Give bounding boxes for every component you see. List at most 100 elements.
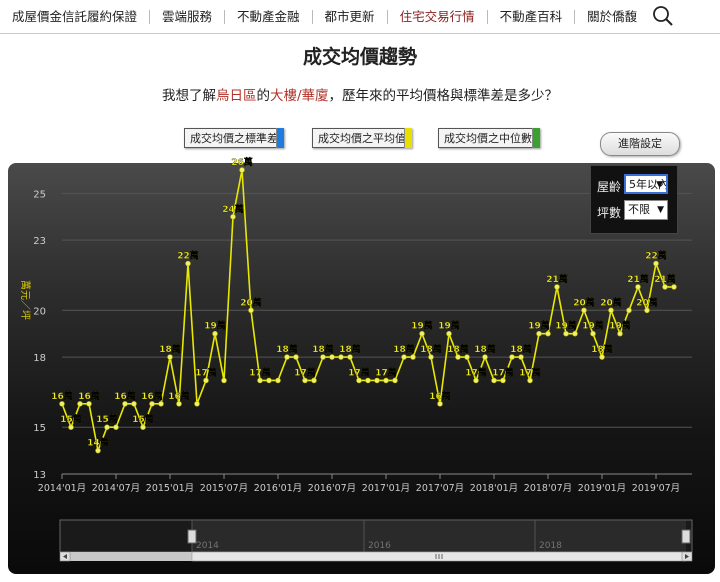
data-point xyxy=(329,354,335,360)
data-point xyxy=(365,377,371,384)
data-point xyxy=(437,401,443,407)
data-point xyxy=(635,284,641,290)
data-label: 20萬 xyxy=(636,296,658,308)
data-label: 18萬 xyxy=(312,343,334,355)
navigator-handle-left[interactable] xyxy=(187,529,197,544)
data-point xyxy=(527,377,533,384)
y-axis-label: 萬元／坪 xyxy=(19,280,32,320)
data-point xyxy=(554,284,560,290)
data-point xyxy=(149,401,155,407)
data-label: 17萬 xyxy=(492,366,514,378)
data-point xyxy=(284,354,290,360)
data-point xyxy=(203,377,209,384)
data-label: 26萬 xyxy=(231,156,253,168)
data-point xyxy=(338,354,344,360)
data-point xyxy=(95,447,101,454)
data-label: 14萬 xyxy=(87,437,109,449)
data-point xyxy=(194,401,200,407)
data-label: 24萬 xyxy=(222,203,244,215)
data-point xyxy=(671,284,677,290)
data-point xyxy=(311,377,317,384)
data-label: 18萬 xyxy=(276,343,298,355)
data-point xyxy=(86,401,92,407)
x-tick-label: 2018'01月 xyxy=(470,483,518,494)
y-tick-label: 20 xyxy=(33,306,46,317)
data-label: 20萬 xyxy=(573,296,595,308)
data-point xyxy=(464,354,470,360)
data-point xyxy=(374,377,380,384)
data-point xyxy=(473,377,479,384)
data-point xyxy=(482,354,488,360)
data-label: 17萬 xyxy=(465,366,487,378)
data-point xyxy=(410,354,416,360)
data-label: 18萬 xyxy=(159,343,181,355)
y-tick-label: 13 xyxy=(33,470,46,481)
chevron-down-icon: ▼ xyxy=(656,180,663,190)
data-label: 19萬 xyxy=(438,320,460,332)
data-point xyxy=(590,330,596,337)
data-point xyxy=(455,354,461,360)
data-point xyxy=(491,377,497,384)
data-point xyxy=(518,354,524,360)
data-label: 21萬 xyxy=(627,273,649,285)
x-tick-label: 2019'01月 xyxy=(578,483,626,494)
data-label: 16萬 xyxy=(141,390,163,402)
navigator-handle-right[interactable] xyxy=(681,529,691,544)
size-select[interactable]: 不限 ▼ xyxy=(624,200,668,220)
data-label: 22萬 xyxy=(177,250,199,262)
x-tick-label: 2015'07月 xyxy=(200,483,248,494)
filter-panel: 屋齡 5年以內 ▼ 坪數 不限 ▼ xyxy=(590,165,678,234)
data-point xyxy=(59,401,65,407)
data-point xyxy=(356,377,362,384)
x-tick-label: 2018'07月 xyxy=(524,483,572,494)
data-label: 16萬 xyxy=(429,390,451,402)
age-select[interactable]: 5年以內 ▼ xyxy=(624,174,668,194)
data-label: 17萬 xyxy=(519,366,541,378)
data-label: 16萬 xyxy=(168,390,190,402)
data-point xyxy=(383,377,389,384)
data-point xyxy=(185,260,191,267)
data-point xyxy=(572,330,578,337)
data-point xyxy=(617,330,623,337)
data-point xyxy=(446,330,452,337)
data-point xyxy=(77,401,83,407)
data-point xyxy=(230,214,236,220)
data-label: 17萬 xyxy=(249,366,271,378)
data-point xyxy=(248,307,254,314)
data-point xyxy=(302,377,308,384)
data-label: 16萬 xyxy=(78,390,100,402)
y-tick-label: 25 xyxy=(33,189,46,200)
y-tick-label: 23 xyxy=(33,236,46,247)
data-label: 21萬 xyxy=(546,273,568,285)
data-point xyxy=(239,167,245,173)
data-label: 15萬 xyxy=(60,413,82,425)
x-tick-label: 2014'07月 xyxy=(92,483,140,494)
data-label: 21萬 xyxy=(654,273,676,285)
data-point xyxy=(392,377,398,384)
data-point xyxy=(563,330,569,337)
data-point xyxy=(176,401,182,407)
data-label: 19萬 xyxy=(204,320,226,332)
data-point xyxy=(266,377,272,384)
y-tick-label: 18 xyxy=(33,353,46,364)
data-point xyxy=(104,424,110,430)
x-tick-label: 2015'01月 xyxy=(146,483,194,494)
data-point xyxy=(419,330,425,337)
data-point xyxy=(212,330,218,337)
data-label: 17萬 xyxy=(348,366,370,378)
data-point xyxy=(608,307,614,314)
data-point xyxy=(401,354,407,360)
x-tick-label: 2017'01月 xyxy=(362,483,410,494)
data-label: 18萬 xyxy=(393,343,415,355)
data-point xyxy=(140,424,146,430)
data-point xyxy=(662,284,668,290)
data-label: 19萬 xyxy=(528,320,550,332)
data-label: 17萬 xyxy=(294,366,316,378)
data-point xyxy=(158,401,164,407)
data-label: 18萬 xyxy=(510,343,532,355)
data-point xyxy=(500,377,506,384)
data-label: 19萬 xyxy=(609,320,631,332)
data-point xyxy=(131,401,137,407)
data-label: 15萬 xyxy=(132,413,154,425)
navigator-selection xyxy=(192,520,686,552)
